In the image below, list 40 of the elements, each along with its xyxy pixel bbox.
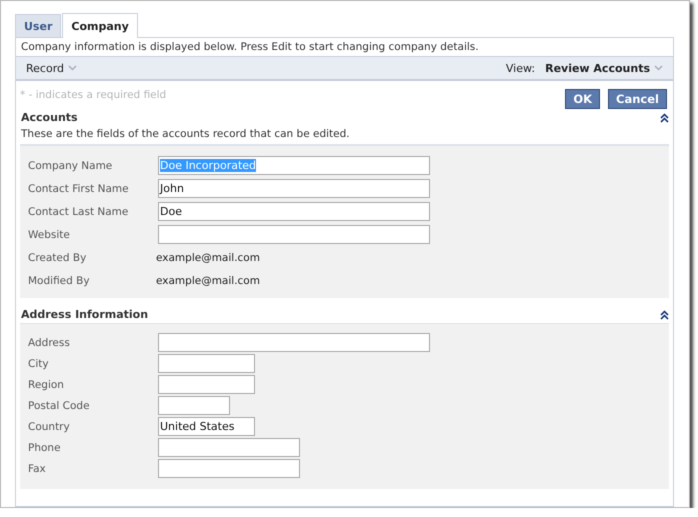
input-field[interactable]: United States: [158, 417, 255, 436]
field-label: Country: [28, 420, 71, 432]
input-field[interactable]: [158, 333, 430, 352]
record-menu[interactable]: Record: [26, 62, 78, 74]
input-field[interactable]: [158, 459, 300, 478]
section-title: Address Information: [21, 308, 148, 321]
input-field[interactable]: John: [158, 179, 430, 198]
input-field[interactable]: [158, 225, 430, 244]
field-label: Modified By: [28, 274, 91, 286]
caret-icon: [68, 65, 78, 71]
field-label: Postal Code: [28, 400, 91, 412]
field-value: example@mail.com: [156, 274, 260, 286]
input-field[interactable]: [158, 396, 230, 415]
field-label: City: [28, 358, 50, 370]
required-note: * - indicates a required field: [20, 89, 166, 101]
field-label: Website: [28, 228, 71, 240]
field-label: Phone: [28, 442, 62, 454]
field-label: Contact Last Name: [28, 206, 130, 218]
field-label: Fax: [28, 462, 47, 474]
field-label: Contact First Name: [28, 182, 130, 194]
description-text: Company information is displayed below. Press Edit to start changing company details.: [20, 40, 480, 55]
input-field[interactable]: Doe: [158, 202, 430, 221]
input-field[interactable]: [158, 438, 300, 457]
field-label: Created By: [28, 252, 88, 264]
input-field[interactable]: [158, 354, 255, 373]
view-menu[interactable]: Review Accounts: [545, 62, 663, 74]
action-button[interactable]: OK: [565, 89, 600, 109]
collapse-icon[interactable]: [660, 310, 669, 320]
tab[interactable]: User: [15, 14, 62, 37]
field-label: Region: [28, 378, 65, 390]
field-label: Company Name: [28, 160, 114, 172]
input-field[interactable]: [158, 375, 255, 394]
tab[interactable]: Company: [62, 13, 138, 38]
caret-icon: [654, 65, 663, 71]
view-label: View:: [506, 62, 536, 74]
field-label: Address: [28, 336, 71, 348]
action-button[interactable]: Cancel: [608, 89, 667, 109]
section-title: Accounts: [21, 111, 78, 124]
collapse-icon[interactable]: [660, 112, 669, 122]
field-value: example@mail.com: [156, 252, 260, 264]
